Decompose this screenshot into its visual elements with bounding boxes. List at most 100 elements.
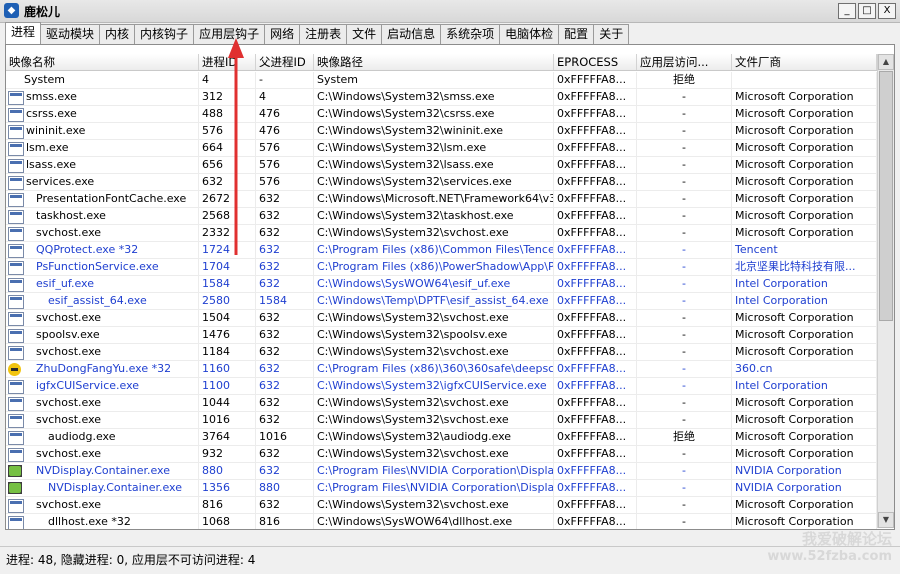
access-status: 拒绝 — [637, 72, 732, 88]
tab-0[interactable]: 进程 — [5, 22, 42, 44]
image-path: C:\Program Files (x86)\PowerShadow\App\P… — [314, 259, 554, 275]
table-row[interactable]: svchost.exe 1044 632 C:\Windows\System32\sv… — [6, 395, 877, 412]
process-name: svchost.exe — [6, 497, 199, 513]
column-eprocess[interactable]: EPROCESS — [554, 54, 637, 70]
image-path: C:\Windows\System32\audiodg.exe — [314, 429, 554, 445]
image-path: C:\Windows\System32\svchost.exe — [314, 497, 554, 513]
file-vendor: Microsoft Corporation — [732, 225, 877, 241]
table-row[interactable]: ZhuDongFangYu.exe *32 1160 632 C:\Program F… — [6, 361, 877, 378]
table-row[interactable]: services.exe 632 576 C:\Windows\System32\se… — [6, 174, 877, 191]
image-path: C:\Program Files (x86)\Common Files\Tenc… — [314, 242, 554, 258]
scroll-down-icon[interactable]: ▼ — [878, 512, 894, 528]
scrollbar-thumb[interactable] — [879, 71, 893, 321]
tab-6[interactable]: 注册表 — [299, 24, 348, 44]
process-id: 4 — [199, 72, 256, 88]
process-name-text: spoolsv.exe — [36, 328, 100, 341]
column-parent-pid[interactable]: 父进程ID — [256, 54, 314, 70]
tab-2[interactable]: 内核 — [99, 24, 136, 44]
application-window-icon — [8, 278, 24, 292]
table-row[interactable]: dllhost.exe *32 1068 816 C:\Windows\SysWOW6… — [6, 514, 877, 529]
table-row[interactable]: System 4- System 0xFFFFFA8... 拒绝 — [6, 72, 877, 89]
process-id: 1584 — [199, 276, 256, 292]
application-window-icon — [8, 499, 24, 513]
tab-1[interactable]: 驱动模块 — [40, 24, 101, 44]
column-pid[interactable]: 进程ID — [199, 54, 256, 70]
tab-12[interactable]: 关于 — [593, 24, 630, 44]
process-name: svchost.exe — [6, 225, 199, 241]
table-row[interactable]: esif_assist_64.exe 2580 1584 C:\Windows\Tem… — [6, 293, 877, 310]
process-list-panel: 映像名称 进程ID 父进程ID 映像路径 EPROCESS 应用层访问... 文件厂商 Sy… — [5, 44, 895, 530]
image-path: C:\Windows\SysWOW64\dllhost.exe — [314, 514, 554, 529]
maximize-button[interactable]: □ — [858, 3, 876, 19]
access-status: 拒绝 — [637, 429, 732, 445]
table-row[interactable]: PsFunctionService.exe 1704 632 C:\Program F… — [6, 259, 877, 276]
process-name-text: ZhuDongFangYu.exe *32 — [36, 362, 172, 375]
table-row[interactable]: svchost.exe 1504 632 C:\Windows\System32\sv… — [6, 310, 877, 327]
process-id: 1184 — [199, 344, 256, 360]
tab-5[interactable]: 网络 — [264, 24, 301, 44]
close-button[interactable]: X — [878, 3, 896, 19]
tab-10[interactable]: 电脑体检 — [499, 24, 560, 44]
file-vendor: Intel Corporation — [732, 276, 877, 292]
table-row[interactable]: lsass.exe 656 576 C:\Windows\System32\lsass… — [6, 157, 877, 174]
column-vendor[interactable]: 文件厂商 — [732, 54, 877, 70]
file-vendor: Microsoft Corporation — [732, 514, 877, 529]
table-row[interactable]: svchost.exe 816 632 C:\Windows\System32\svc… — [6, 497, 877, 514]
eprocess: 0xFFFFFA8... — [554, 344, 637, 360]
application-window-icon — [8, 244, 24, 258]
table-row[interactable]: svchost.exe 2332 632 C:\Windows\System32\sv… — [6, 225, 877, 242]
eprocess: 0xFFFFFA8... — [554, 480, 637, 496]
table-row[interactable]: svchost.exe 1016 632 C:\Windows\System32\sv… — [6, 412, 877, 429]
file-vendor: Intel Corporation — [732, 378, 877, 394]
image-path: C:\Windows\System32\svchost.exe — [314, 225, 554, 241]
parent-process-id: 1016 — [256, 429, 314, 445]
tab-9[interactable]: 系统杂项 — [440, 24, 501, 44]
process-name: svchost.exe — [6, 395, 199, 411]
vertical-scrollbar[interactable]: ▲ ▼ — [877, 54, 894, 528]
eprocess: 0xFFFFFA8... — [554, 242, 637, 258]
tab-4[interactable]: 应用层钩子 — [193, 24, 266, 44]
process-name: NVDisplay.Container.exe — [6, 463, 199, 479]
minimize-button[interactable]: _ — [838, 3, 856, 19]
file-vendor: Microsoft Corporation — [732, 123, 877, 139]
eprocess: 0xFFFFFA8... — [554, 446, 637, 462]
process-id: 1100 — [199, 378, 256, 394]
parent-process-id: 632 — [256, 259, 314, 275]
file-vendor: Microsoft Corporation — [732, 208, 877, 224]
table-row[interactable]: smss.exe 312 4 C:\Windows\System32\smss.exe… — [6, 89, 877, 106]
parent-process-id: 576 — [256, 157, 314, 173]
table-row[interactable]: NVDisplay.Container.exe 880 632 C:\Program … — [6, 463, 877, 480]
table-row[interactable]: audiodg.exe 3764 1016 C:\Windows\System32\a… — [6, 429, 877, 446]
scroll-up-icon[interactable]: ▲ — [878, 54, 894, 70]
process-name-text: PresentationFontCache.exe — [36, 192, 187, 205]
tab-7[interactable]: 文件 — [346, 24, 383, 44]
tab-11[interactable]: 配置 — [558, 24, 595, 44]
eprocess: 0xFFFFFA8... — [554, 140, 637, 156]
table-row[interactable]: csrss.exe 488 476 C:\Windows\System32\csrss… — [6, 106, 877, 123]
table-row[interactable]: PresentationFontCache.exe 2672 632 C:\Windo… — [6, 191, 877, 208]
tab-8[interactable]: 启动信息 — [381, 24, 442, 44]
table-row[interactable]: taskhost.exe 2568 632 C:\Windows\System32\t… — [6, 208, 877, 225]
access-status: - — [637, 140, 732, 156]
access-status: - — [637, 361, 732, 377]
process-name: lsass.exe — [6, 157, 199, 173]
table-row[interactable]: QQProtect.exe *32 1724 632 C:\Program Files… — [6, 242, 877, 259]
parent-process-id: 632 — [256, 276, 314, 292]
column-image-name[interactable]: 映像名称 — [6, 54, 199, 70]
tab-3[interactable]: 内核钩子 — [134, 24, 195, 44]
process-name: System — [6, 72, 199, 88]
table-row[interactable]: wininit.exe 576 476 C:\Windows\System32\win… — [6, 123, 877, 140]
application-window-icon — [8, 91, 24, 105]
table-row[interactable]: spoolsv.exe 1476 632 C:\Windows\System32\sp… — [6, 327, 877, 344]
image-path: C:\Windows\System32\smss.exe — [314, 89, 554, 105]
table-row[interactable]: igfxCUIService.exe 1100 632 C:\Windows\Syst… — [6, 378, 877, 395]
table-row[interactable]: esif_uf.exe 1584 632 C:\Windows\SysWOW64\es… — [6, 276, 877, 293]
table-row[interactable]: lsm.exe 664 576 C:\Windows\System32\lsm.exe… — [6, 140, 877, 157]
access-status: - — [637, 225, 732, 241]
table-row[interactable]: svchost.exe 932 632 C:\Windows\System32\svc… — [6, 446, 877, 463]
table-row[interactable]: NVDisplay.Container.exe 1356 880 C:\Program… — [6, 480, 877, 497]
column-access[interactable]: 应用层访问... — [637, 54, 732, 70]
column-image-path[interactable]: 映像路径 — [314, 54, 554, 70]
table-row[interactable]: svchost.exe 1184 632 C:\Windows\System32\sv… — [6, 344, 877, 361]
file-vendor: Microsoft Corporation — [732, 412, 877, 428]
